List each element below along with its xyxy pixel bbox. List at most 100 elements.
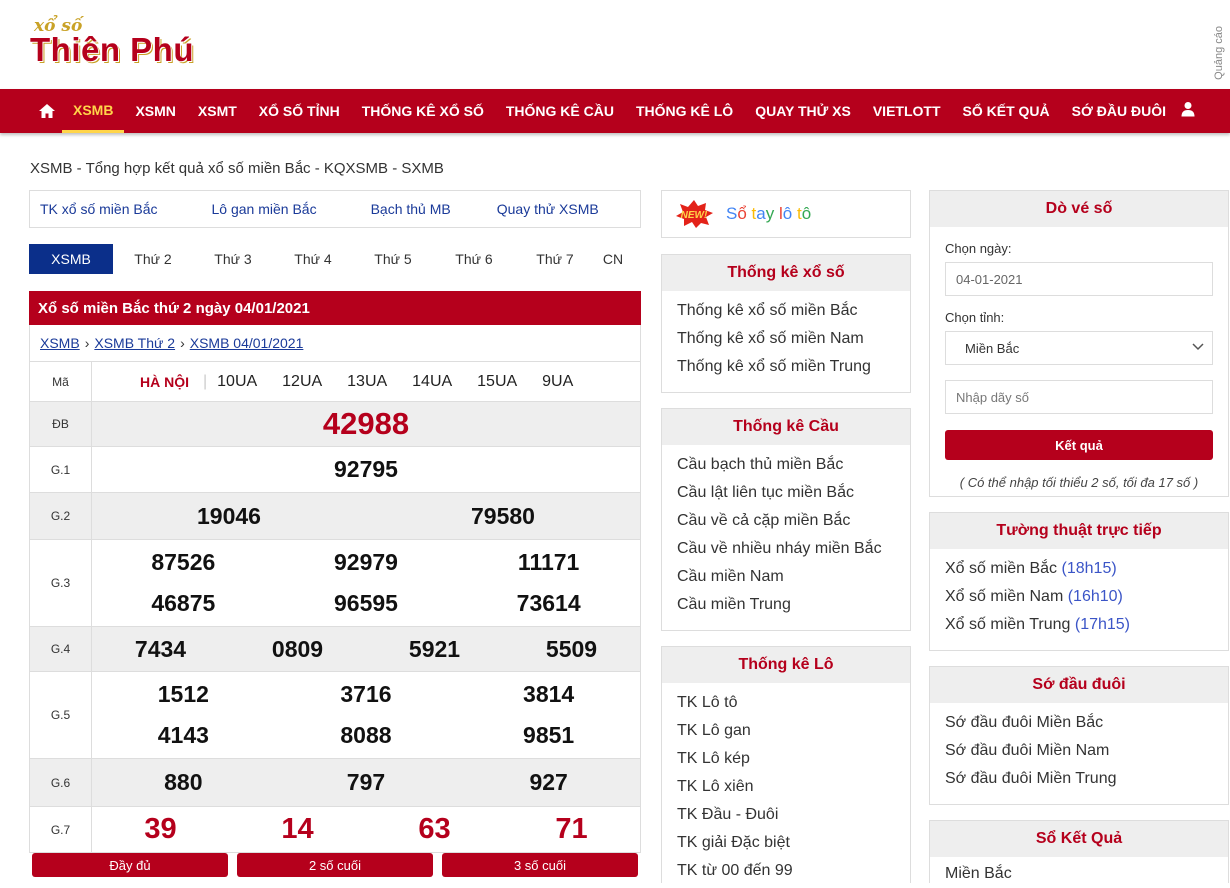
full-view-button[interactable]: Đầy đủ (32, 853, 228, 877)
prize-number: 1512 (157, 681, 209, 707)
tk-lo-link[interactable]: TK Lô tô (677, 689, 895, 717)
tk-lo-link[interactable]: TK Đầu - Đuôi (677, 801, 895, 829)
logo-main-text: Thiên Phú (30, 31, 194, 68)
home-icon[interactable] (36, 103, 58, 119)
prize-row-g7: G.7 39 14 63 71 (30, 807, 640, 852)
live-time: (17h15) (1074, 616, 1131, 633)
nav-quay-thu[interactable]: QUAY THỬ XS (744, 89, 862, 133)
nav-xsmt[interactable]: XSMT (187, 89, 248, 133)
prize-number: 5509 (545, 635, 598, 662)
tab-thu-7[interactable]: Thứ 7 (515, 244, 595, 274)
prize-number: 14 (281, 813, 314, 845)
breadcrumb-date[interactable]: XSMB 04/01/2021 (190, 335, 304, 351)
so-ket-qua-box: Sổ Kết Quả Miền Bắc (929, 820, 1229, 883)
nav-xsmb[interactable]: XSMB (62, 89, 125, 133)
so-dau-duoi-box: Sớ đầu đuôi Sớ đầu đuôi Miền Bắc Sớ đầu … (929, 666, 1229, 805)
tab-thu-2[interactable]: Thứ 2 (113, 244, 193, 274)
breadcrumb-xsmb[interactable]: XSMB (40, 335, 80, 351)
prize-row-g5: G.5 1512 3716 3814 4143 8088 9851 (30, 672, 640, 759)
nav-so-dau-duoi[interactable]: SỚ ĐẦU ĐUÔI (1061, 89, 1177, 133)
svg-text:NEW!: NEW! (681, 210, 708, 221)
code-item: 14UA (412, 372, 453, 390)
nav-so-ket-qua[interactable]: SỔ KẾT QUẢ (952, 89, 1061, 133)
tk-cau-link[interactable]: Cầu lật liên tục miền Bắc (677, 479, 895, 507)
tk-xoso-link[interactable]: Thống kê xổ số miền Nam (677, 325, 895, 353)
nav-xoso-tinh[interactable]: XỔ SỐ TỈNH (248, 89, 351, 133)
code-item: 10UA (217, 372, 258, 390)
live-link-mn[interactable]: Xổ số miền Nam (16h10) (945, 583, 1213, 611)
ads-label: Quảng cáo (1213, 26, 1225, 80)
codes-cell: HÀ NỘI | 10UA 12UA 13UA 14UA 15UA 9UA (92, 362, 640, 401)
tk-lo-link[interactable]: TK Lô gan (677, 717, 895, 745)
check-result-button[interactable]: Kết quả (945, 430, 1213, 460)
prize-number: 797 (346, 769, 386, 795)
live-name: Xổ số miền Trung (945, 616, 1071, 633)
tab-thu-4[interactable]: Thứ 4 (273, 244, 353, 274)
tk-cau-link[interactable]: Cầu miền Nam (677, 563, 895, 591)
prize-number: 71 (555, 813, 588, 845)
date-input[interactable]: 04-01-2021 (945, 262, 1213, 296)
nav-thong-ke-cau[interactable]: THỐNG KÊ CẦU (495, 89, 625, 133)
tk-lo-link[interactable]: TK từ 00 đến 99 (677, 857, 895, 885)
prize-label: G.7 (30, 807, 92, 852)
prize-number: 4143 (157, 722, 209, 748)
quicklink-quay-thu[interactable]: Quay thử XSMB (497, 201, 599, 217)
quicklink-tk-xoso[interactable]: TK xổ số miền Bắc (40, 201, 158, 217)
tk-xoso-link[interactable]: Thống kê xổ số miền Bắc (677, 297, 895, 325)
so-dau-duoi-link[interactable]: Sớ đầu đuôi Miền Nam (945, 737, 1213, 765)
so-tay-lo-to-box[interactable]: NEW! Sổ tay lô tô (661, 190, 911, 238)
user-icon[interactable] (1181, 101, 1195, 122)
tab-thu-3[interactable]: Thứ 3 (193, 244, 273, 274)
nav-thong-ke-lo[interactable]: THỐNG KÊ LÔ (625, 89, 744, 133)
tab-cn[interactable]: CN (595, 244, 631, 274)
code-item: 9UA (542, 372, 574, 390)
prize-number: 11171 (517, 549, 580, 575)
province-label: Chọn tỉnh: (945, 310, 1005, 325)
prize-row-db: ĐB 42988 (30, 402, 640, 447)
tab-xsmb[interactable]: XSMB (29, 244, 113, 274)
result-title: Xổ số miền Bắc thứ 2 ngày 04/01/2021 (29, 291, 641, 325)
so-tay-lo-to-link[interactable]: Sổ tay lô tô (726, 204, 811, 224)
tk-lo-link[interactable]: TK Lô kép (677, 745, 895, 773)
tk-cau-link[interactable]: Cầu về cả cặp miền Bắc (677, 507, 895, 535)
box-title: Thống kê Lô (662, 647, 910, 683)
page-title: XSMB - Tổng hợp kết quả xổ số miền Bắc -… (30, 160, 444, 177)
tk-cau-link[interactable]: Cầu miền Trung (677, 591, 895, 619)
number-input[interactable]: Nhập dãy số (945, 380, 1213, 414)
nav-xsmn[interactable]: XSMN (124, 89, 186, 133)
so-dau-duoi-link[interactable]: Sớ đầu đuôi Miền Bắc (945, 709, 1213, 737)
live-link-mt[interactable]: Xổ số miền Trung (17h15) (945, 611, 1213, 639)
site-logo[interactable]: xổ số Thiên Phú (30, 18, 194, 68)
quicklink-lo-gan[interactable]: Lô gan miền Bắc (212, 201, 317, 217)
tk-xoso-link[interactable]: Thống kê xổ số miền Trung (677, 353, 895, 381)
table-row-codes: Mã HÀ NỘI | 10UA 12UA 13UA 14UA 15UA 9UA (30, 362, 640, 402)
do-ve-so-box: Dò vé số Chọn ngày: 04-01-2021 Chọn tỉnh… (929, 190, 1229, 497)
tab-thu-5[interactable]: Thứ 5 (353, 244, 433, 274)
so-dau-duoi-link[interactable]: Sớ đầu đuôi Miền Trung (945, 765, 1213, 793)
tk-lo-link[interactable]: TK giải Đặc biệt (677, 829, 895, 857)
so-ket-qua-link[interactable]: Miền Bắc (945, 860, 1213, 888)
tk-lo-box: Thống kê Lô TK Lô tô TK Lô gan TK Lô kép… (661, 646, 911, 883)
live-link-mb[interactable]: Xổ số miền Bắc (18h15) (945, 555, 1213, 583)
tk-cau-link[interactable]: Cầu về nhiều nháy miền Bắc (677, 535, 895, 563)
sotay-letter: y (765, 204, 775, 223)
province-select[interactable]: Miền Bắc (945, 331, 1213, 365)
prize-number: 3716 (340, 681, 392, 707)
sotay-letter: ô (782, 204, 793, 223)
breadcrumb: XSMB › XSMB Thứ 2 › XSMB 04/01/2021 (29, 325, 641, 361)
nav-vietlott[interactable]: VIETLOTT (862, 89, 952, 133)
prize-label: G.3 (30, 540, 92, 626)
prize-row-g4: G.4 7434 0809 5921 5509 (30, 627, 640, 672)
last-3-digits-button[interactable]: 3 số cuối (442, 853, 638, 877)
quicklink-bach-thu[interactable]: Bạch thủ MB (371, 201, 451, 217)
sotay-letter: ổ (737, 204, 747, 223)
tab-thu-6[interactable]: Thứ 6 (433, 244, 515, 274)
last-2-digits-button[interactable]: 2 số cuối (237, 853, 433, 877)
breadcrumb-xsmb-thu2[interactable]: XSMB Thứ 2 (94, 335, 175, 351)
prize-label: G.1 (30, 447, 92, 492)
nav-thong-ke-xoso[interactable]: THỐNG KÊ XỔ SỐ (351, 89, 495, 133)
prize-number: 63 (418, 813, 451, 845)
tk-cau-link[interactable]: Cầu bạch thủ miền Bắc (677, 451, 895, 479)
day-tabs: XSMB Thứ 2 Thứ 3 Thứ 4 Thứ 5 Thứ 6 Thứ 7… (29, 244, 641, 274)
tk-lo-link[interactable]: TK Lô xiên (677, 773, 895, 801)
